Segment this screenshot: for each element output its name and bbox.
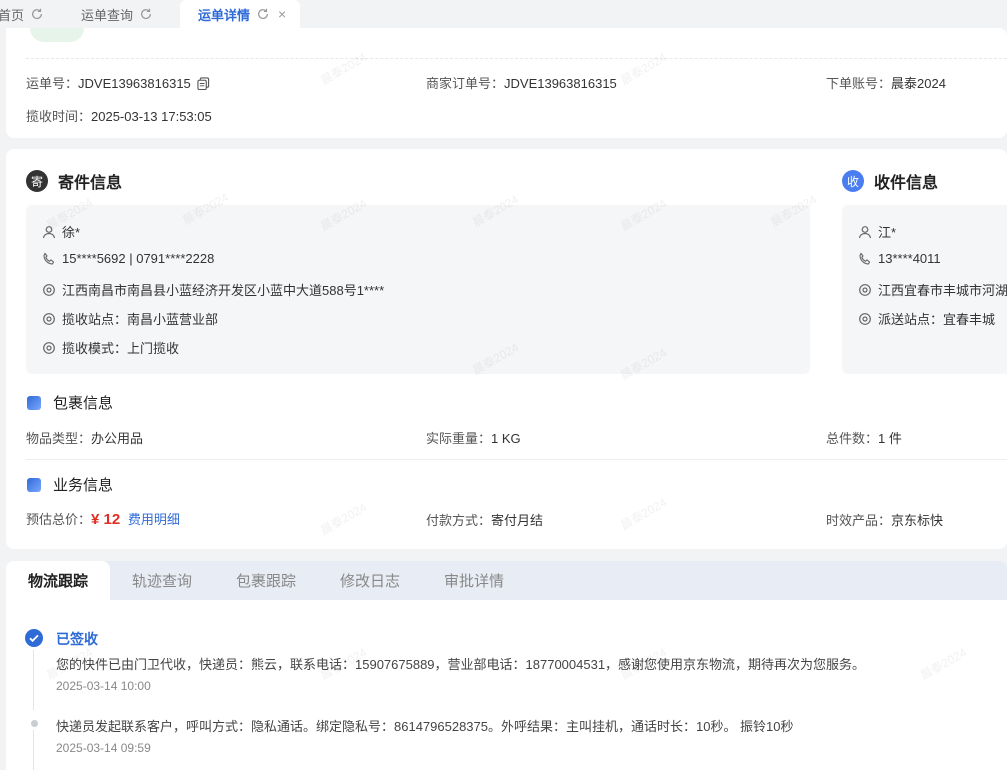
business-icon xyxy=(27,477,41,492)
timeline-time: 2025-03-14 10:00 xyxy=(56,679,151,693)
tab-waybill-query[interactable]: 运单查询 xyxy=(81,0,153,28)
merchant-order-number: 商家订单号：JDVE13963816315 xyxy=(426,76,617,91)
location-icon xyxy=(43,312,55,325)
check-circle-icon xyxy=(25,629,43,647)
tab-waybill-detail[interactable]: 运单详情 × xyxy=(180,0,301,28)
timeline-time: 2025-03-14 09:59 xyxy=(56,741,151,755)
receiver-name: 江* xyxy=(858,222,896,241)
item-type: 物品类型：办公用品 xyxy=(26,431,144,446)
tab-logistics-tracking[interactable]: 物流跟踪 xyxy=(6,561,111,600)
timeline-status: 已签收 xyxy=(56,631,98,647)
receiver-lines: 江* 13****4011 江西宜春市丰城市河湖 派送站点：宜春丰城 xyxy=(842,205,1007,374)
package-title: 包裹信息 xyxy=(27,392,113,413)
fee-detail-link[interactable]: 费用明细 xyxy=(128,512,180,527)
divider xyxy=(26,459,1007,460)
user-icon xyxy=(42,225,56,238)
location-icon xyxy=(859,312,871,325)
estimated-price: 预估总价：¥ 12 费用明细 xyxy=(26,511,180,528)
order-account: 下单账号：晨泰2024 xyxy=(826,76,946,91)
receiver-address: 江西宜春市丰城市河湖 xyxy=(858,280,1007,299)
actual-weight: 实际重量：1 KG xyxy=(426,431,521,446)
phone-icon xyxy=(859,251,871,265)
divider xyxy=(26,58,1007,59)
receiver-station: 派送站点：宜春丰城 xyxy=(858,309,995,328)
timeline-dot xyxy=(31,720,38,727)
sender-phone: 15****5692 | 0791****2228 xyxy=(42,251,214,266)
receiver-title: 收 收件信息 xyxy=(842,169,938,193)
total-pieces: 总件数：1 件 xyxy=(826,431,902,446)
pickup-time: 揽收时间：2025-03-13 17:53:05 xyxy=(26,109,212,124)
sender-station: 揽收站点：南昌小蓝营业部 xyxy=(42,309,218,328)
location-icon xyxy=(43,283,55,296)
tab-approval-detail[interactable]: 审批详情 xyxy=(444,561,504,600)
timeline-desc: 您的快件已由门卫代收，快递员：熊云，联系电话：15907675889，营业部电话… xyxy=(56,657,866,672)
tab-bar: 首页 运单查询 运单详情 × xyxy=(0,0,1007,28)
timeline-line xyxy=(33,650,34,710)
sender-address: 江西南昌市南昌县小蓝经济开发区小蓝中大道588号1**** xyxy=(42,280,384,299)
receiver-phone: 13****4011 xyxy=(858,251,941,266)
refresh-icon[interactable] xyxy=(30,7,44,21)
user-icon xyxy=(858,225,872,238)
package-icon xyxy=(27,395,41,410)
location-icon xyxy=(43,341,55,354)
sender-badge: 寄 xyxy=(26,170,48,192)
phone-icon xyxy=(43,251,55,265)
waybill-number: 运单号：JDVE13963816315 xyxy=(26,73,210,92)
timeline-desc: 快递员发起联系客户，呼叫方式：隐私通话。绑定隐私号：8614796528375。… xyxy=(56,719,794,734)
sender-pickup-mode: 揽收模式：上门揽收 xyxy=(42,338,179,357)
payment-method: 付款方式：寄付月结 xyxy=(426,513,544,528)
copy-icon[interactable] xyxy=(197,77,210,91)
tab-package-tracking[interactable]: 包裹跟踪 xyxy=(236,561,296,600)
tab-home[interactable]: 首页 xyxy=(0,0,44,28)
refresh-icon[interactable] xyxy=(139,7,153,21)
sender-name: 徐* xyxy=(42,222,80,241)
refresh-icon[interactable] xyxy=(256,7,270,21)
time-product: 时效产品：京东标快 xyxy=(826,513,944,528)
avatar xyxy=(30,28,84,42)
tracking-tabs: 物流跟踪 轨迹查询 包裹跟踪 修改日志 审批详情 xyxy=(6,561,1007,600)
tab-change-log[interactable]: 修改日志 xyxy=(340,561,400,600)
location-icon xyxy=(859,283,871,296)
close-icon[interactable]: × xyxy=(278,6,286,22)
receiver-badge: 收 xyxy=(842,170,864,192)
sender-title: 寄 寄件信息 xyxy=(26,169,122,193)
timeline-line xyxy=(33,730,34,770)
tab-trajectory-query[interactable]: 轨迹查询 xyxy=(132,561,192,600)
business-title: 业务信息 xyxy=(27,474,113,495)
